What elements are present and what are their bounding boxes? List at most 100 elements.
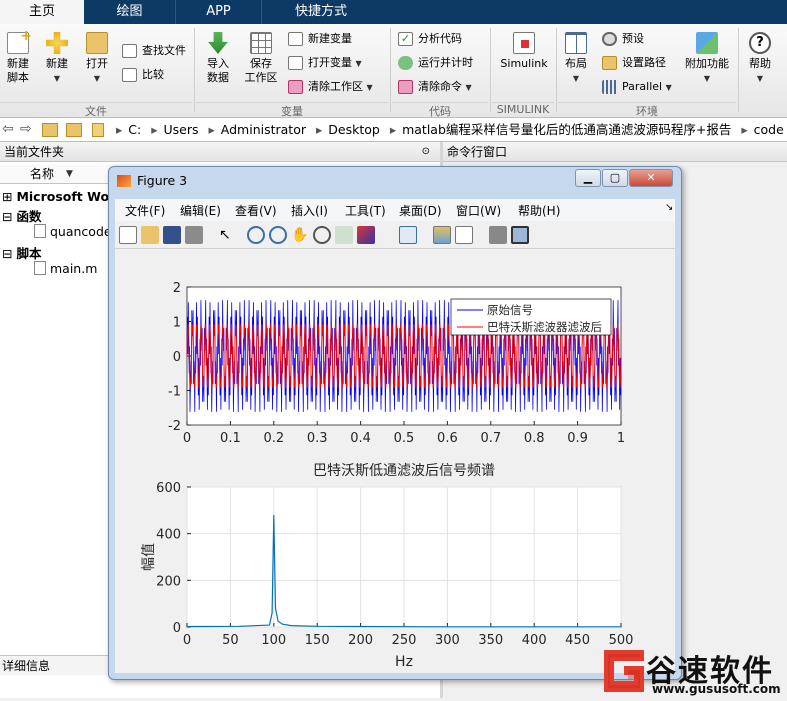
back-icon[interactable]: ⇦ [2, 121, 14, 137]
menu-file[interactable]: 文件(F) [125, 202, 165, 219]
menu-window[interactable]: 窗口(W) [456, 202, 501, 219]
brand-url: www.gususoft.com [652, 682, 781, 696]
help-button[interactable]: ? 帮助 ▼ [744, 32, 776, 86]
rotate-icon[interactable] [313, 226, 331, 244]
x-tick-label: 200 [348, 633, 373, 648]
figure-window[interactable]: Figure 3 ▁ ▢ ✕ 文件(F) 编辑(E) 查看(V) 插入(I) 工… [108, 166, 682, 680]
dock-arrow-icon[interactable]: ↘ [665, 202, 673, 213]
x-tick-label: 0.8 [524, 431, 545, 446]
new-variable-button[interactable]: 新建变量 [288, 30, 352, 48]
crumb[interactable]: Users [164, 122, 199, 137]
folder-icon [86, 32, 108, 54]
run-and-time-button[interactable]: 运行并计时 [398, 54, 473, 72]
crumb[interactable]: Desktop [328, 122, 380, 137]
folder-icon [602, 56, 617, 70]
plot-area: 0 0.1 0.2 0.3 0.4 0.5 0.6 0.7 0.8 0.9 1 2 1 0 -1 -2 原始信号… [115, 249, 675, 673]
save-icon[interactable] [163, 226, 181, 244]
breadcrumb[interactable]: ▸ C: ▸ Users ▸ Administrator ▸ Desktop ▸ matl… [110, 118, 784, 142]
analyze-code-button[interactable]: ✓ 分析代码 [398, 30, 462, 48]
crumb[interactable]: C: [128, 122, 141, 137]
x-tick-label: 50 [222, 633, 239, 648]
mfile-icon [34, 261, 46, 275]
clear-workspace-button[interactable]: 清除工作区 ▼ [288, 78, 373, 96]
tree-item-word[interactable]: ⊞ Microsoft Word [2, 189, 124, 204]
addons-icon [696, 32, 718, 54]
open-file-icon[interactable] [141, 226, 159, 244]
y-tick-label: -2 [168, 419, 181, 434]
forward-icon[interactable]: ⇨ [20, 121, 32, 137]
up-folder-icon[interactable] [42, 123, 58, 137]
link-plot-icon[interactable] [399, 226, 417, 244]
new-script-icon: + [7, 29, 32, 54]
pan-icon[interactable]: ✋ [291, 226, 309, 244]
simulink-icon [513, 32, 535, 54]
parallel-icon [602, 80, 617, 94]
group-variable-label: 变量 [196, 102, 388, 118]
tree-item-quancode[interactable]: quancode [34, 224, 112, 239]
find-files-button[interactable]: 查找文件 [122, 42, 186, 60]
run-time-icon [398, 56, 413, 70]
folder-icon [92, 123, 104, 137]
tree-item-scripts[interactable]: ⊟ 脚本 [2, 243, 41, 262]
zoom-in-icon[interactable] [247, 226, 265, 244]
x-tick-label: 0.6 [437, 431, 458, 446]
tab-shortcuts[interactable]: 快捷方式 [262, 0, 380, 24]
tab-apps[interactable]: APP [176, 0, 262, 24]
x-tick-label: 0 [183, 633, 191, 648]
tree-item-functions[interactable]: ⊟ 函数 [2, 206, 41, 225]
maximize-button[interactable]: ▢ [602, 169, 628, 187]
colorbar-icon[interactable] [433, 226, 451, 244]
tab-plots[interactable]: 绘图 [84, 0, 176, 24]
tree-item-main[interactable]: main.m [34, 261, 97, 276]
y-tick-label: 2 [173, 281, 181, 296]
tab-home[interactable]: 主页 [0, 0, 84, 24]
data-cursor-icon[interactable] [335, 226, 353, 244]
parallel-button[interactable]: Parallel ▼ [602, 78, 672, 96]
hide-tools-icon[interactable] [489, 226, 507, 244]
new-figure-icon[interactable] [119, 226, 137, 244]
layout-button[interactable]: 布局 ▼ [560, 32, 592, 86]
show-tools-icon[interactable] [511, 226, 529, 244]
new-button[interactable]: 新建 ▼ [40, 32, 74, 86]
brush-icon[interactable] [357, 226, 375, 244]
print-icon[interactable] [185, 226, 203, 244]
minimize-button[interactable]: ▁ [575, 169, 601, 187]
x-tick-label: 0.1 [220, 431, 241, 446]
open-button[interactable]: 打开 ▼ [80, 32, 114, 86]
import-icon [208, 32, 228, 54]
simulink-button[interactable]: Simulink [496, 32, 552, 71]
matlab-icon [117, 175, 131, 187]
menu-edit[interactable]: 编辑(E) [180, 202, 221, 219]
new-script-button[interactable]: + 新建 脚本 [2, 29, 34, 85]
menu-view[interactable]: 查看(V) [235, 202, 277, 219]
panel-menu-icon[interactable]: ⊙ [422, 142, 430, 162]
x-tick-label: 250 [392, 633, 417, 648]
menu-help[interactable]: 帮助(H) [518, 202, 560, 219]
x-tick-label: 0.7 [480, 431, 501, 446]
set-path-button[interactable]: 设置路径 [602, 54, 666, 72]
gear-icon [602, 32, 617, 46]
open-variable-button[interactable]: 打开变量 ▼ [288, 54, 362, 72]
menu-insert[interactable]: 插入(I) [291, 202, 328, 219]
crumb[interactable]: code [754, 122, 784, 137]
eraser-icon [288, 80, 303, 94]
new-variable-icon [288, 32, 303, 46]
addons-button[interactable]: 附加功能 ▼ [682, 32, 732, 86]
menu-tools[interactable]: 工具(T) [345, 202, 386, 219]
preferences-button[interactable]: 预设 [602, 30, 644, 48]
crumb[interactable]: matlab编程采样信号量化后的低通高通滤波源码程序+报告 [402, 122, 731, 137]
plots-svg: 0 0.1 0.2 0.3 0.4 0.5 0.6 0.7 0.8 0.9 1 2 1 0 -1 -2 原始信号… [141, 281, 633, 670]
save-workspace-button[interactable]: 保存 工作区 [242, 32, 280, 85]
browse-folder-icon[interactable] [66, 123, 82, 137]
compare-button[interactable]: 比较 [122, 66, 164, 84]
close-button[interactable]: ✕ [629, 169, 673, 187]
command-window-header: 命令行窗口 [443, 142, 787, 162]
clear-commands-button[interactable]: 清除命令 ▼ [398, 78, 472, 96]
import-data-button[interactable]: 导入 数据 [200, 32, 236, 85]
pointer-icon[interactable]: ↖ [219, 226, 237, 244]
x-tick-label: 400 [522, 633, 547, 648]
crumb[interactable]: Administrator [221, 122, 306, 137]
menu-desktop[interactable]: 桌面(D) [399, 202, 442, 219]
zoom-out-icon[interactable] [269, 226, 287, 244]
legend-icon[interactable] [455, 226, 473, 244]
